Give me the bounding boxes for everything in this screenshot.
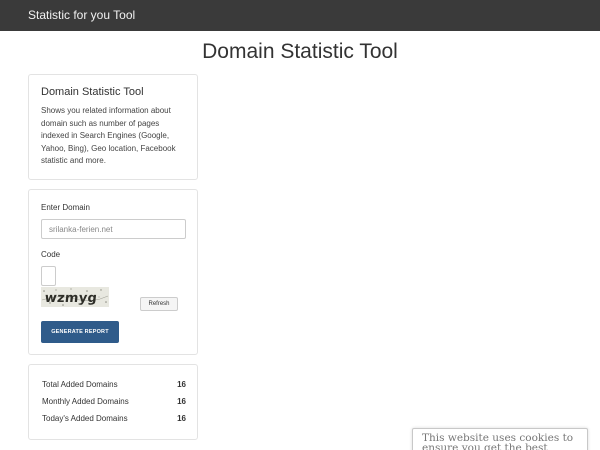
captcha-image: wzmyg xyxy=(41,287,109,307)
stat-value: 16 xyxy=(177,414,186,423)
generate-report-button[interactable]: GENERATE REPORT xyxy=(41,321,119,343)
code-input[interactable] xyxy=(41,266,56,286)
captcha-refresh-button[interactable]: Refresh xyxy=(140,297,178,311)
top-navbar: Statistic for you Tool xyxy=(0,0,600,31)
domain-label: Enter Domain xyxy=(41,203,90,212)
page-title: Domain Statistic Tool xyxy=(202,40,398,63)
stat-value: 16 xyxy=(177,397,186,406)
code-label: Code xyxy=(41,250,61,259)
stat-label: Today's Added Domains xyxy=(42,414,128,423)
navbar-brand-link[interactable]: Statistic for you Tool xyxy=(28,8,135,22)
stat-row: Today's Added Domains 16 xyxy=(42,414,186,428)
stat-row: Total Added Domains 16 xyxy=(42,380,186,394)
about-description: Shows you related information about doma… xyxy=(41,106,176,165)
stat-row: Monthly Added Domains 16 xyxy=(42,397,186,411)
captcha-text: wzmyg xyxy=(44,291,98,306)
domain-form-panel: Enter Domain Code wzmyg Refresh GENERATE… xyxy=(28,189,198,355)
cookie-consent-text: This website uses cookies to ensure you … xyxy=(422,432,574,450)
about-panel: Domain Statistic Tool Shows you related … xyxy=(28,74,198,180)
cookie-consent-banner: This website uses cookies to ensure you … xyxy=(412,428,588,450)
stats-panel: Total Added Domains 16 Monthly Added Dom… xyxy=(28,364,198,440)
about-title: Domain Statistic Tool xyxy=(41,86,144,98)
stat-label: Total Added Domains xyxy=(42,380,118,389)
domain-input[interactable] xyxy=(41,219,186,239)
stat-label: Monthly Added Domains xyxy=(42,397,129,406)
stat-value: 16 xyxy=(177,380,186,389)
